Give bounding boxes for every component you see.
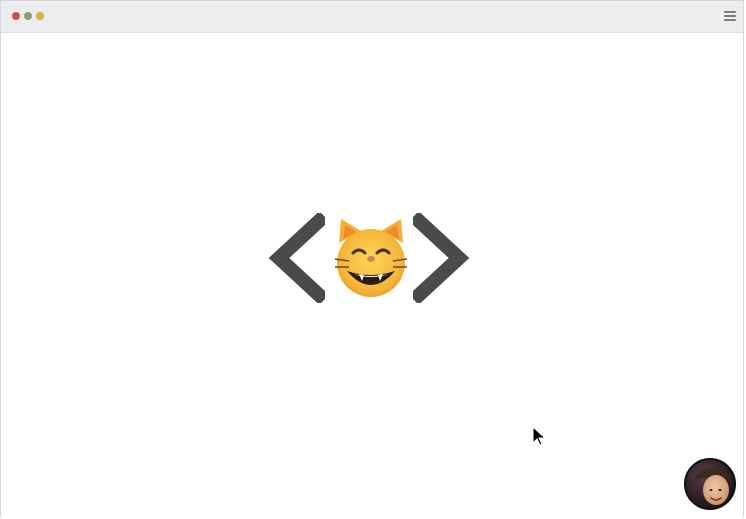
logo bbox=[265, 213, 475, 303]
page-content bbox=[1, 33, 743, 518]
browser-window bbox=[0, 0, 744, 518]
chevron-right-icon bbox=[413, 213, 470, 303]
menu-line-icon bbox=[724, 19, 736, 21]
chevron-left-icon bbox=[268, 213, 325, 303]
menu-line-icon bbox=[724, 11, 736, 13]
menu-line-icon bbox=[724, 15, 736, 17]
minimize-window-button[interactable] bbox=[24, 12, 32, 20]
grinning-cat-emoji-icon bbox=[334, 219, 408, 297]
hamburger-menu-icon[interactable] bbox=[724, 10, 736, 22]
user-avatar[interactable] bbox=[684, 458, 736, 510]
zoom-window-button[interactable] bbox=[36, 12, 44, 20]
window-titlebar bbox=[1, 1, 743, 33]
mouse-pointer-icon bbox=[532, 426, 546, 446]
close-window-button[interactable] bbox=[12, 12, 20, 20]
